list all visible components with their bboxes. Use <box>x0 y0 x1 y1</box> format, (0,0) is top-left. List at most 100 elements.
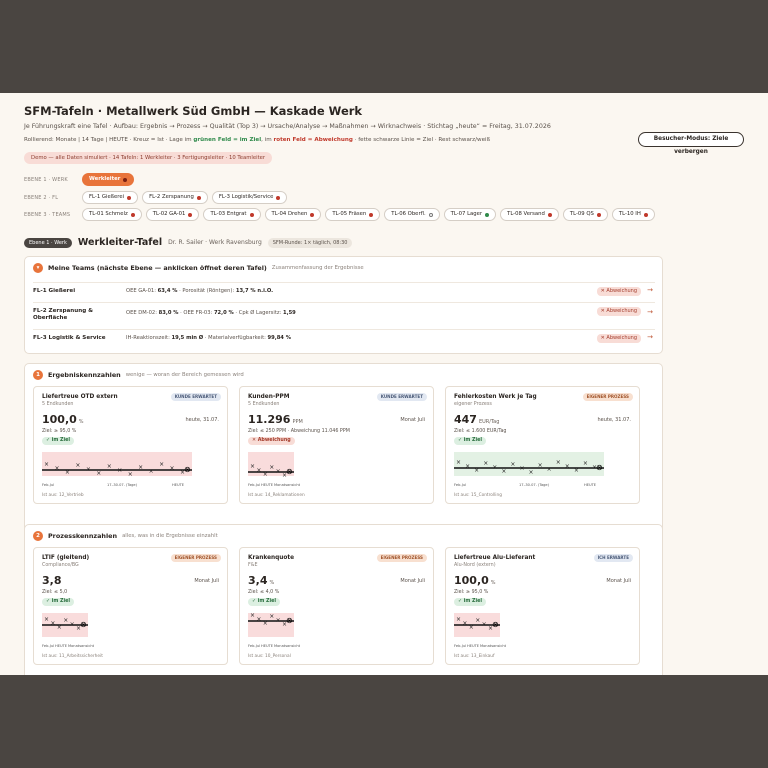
kpi-unit: % <box>269 580 275 586</box>
kpi-value: 100,0% <box>42 413 84 426</box>
ist-point-mark: × <box>483 460 488 467</box>
process-panel: 2 Prozesskennzahlen alles, was in die Er… <box>24 524 663 675</box>
info-text: IH-Reaktionszeit: <box>126 335 172 341</box>
ist-point-mark: × <box>263 471 268 478</box>
kpi-card[interactable]: Liefertreue OTD extern 5 Endkunden KUNDE E… <box>33 386 228 504</box>
axis-label: Monatsansicht <box>68 644 95 648</box>
axis-label: Feb-Jul <box>42 483 54 487</box>
axis-label: Feb-Jul <box>454 644 466 648</box>
kpi-type-badge: ICH ERWARTE <box>593 554 633 562</box>
kpi-value: 11.296 PPM <box>248 413 303 426</box>
legend-text: Rollierend: Monate | 14 Tage | HEUTE · K… <box>24 137 490 143</box>
team-row-fl1[interactable]: FL-1 Gießerei OEE GA-01: 63,4 % · Porosi… <box>33 282 655 302</box>
ist-point-mark: × <box>128 471 133 478</box>
teams-panel-header[interactable]: ▾ Meine Teams (nächste Ebene — anklicken… <box>33 263 364 273</box>
kpi-status-badge: ✓ im Ziel <box>454 598 487 606</box>
ist-point-mark: × <box>86 466 91 473</box>
ist-point-mark: × <box>519 465 524 472</box>
arrow-right-icon[interactable]: → <box>647 308 653 316</box>
kpi-card[interactable]: Krankenquote F&E EIGENER PROZESS 3,4% Monat … <box>239 547 434 665</box>
kpi-card[interactable]: Liefertreue Alu-Lieferant Alu-Nord (exter… <box>445 547 640 665</box>
board-chip[interactable]: TL-10 IH <box>611 208 655 221</box>
board-chip[interactable]: FL-2 Zerspanung <box>142 191 208 204</box>
team-row-fl2[interactable]: FL-2 Zerspanung & Oberfläche OEE DM-02: … <box>33 302 655 329</box>
chip-label: FL-1 Gießerei <box>89 194 125 200</box>
axis-label: HEUTE <box>261 483 274 487</box>
kpi-card[interactable]: LTIF (gleitend) Compliance/BG EIGENER PROZ… <box>33 547 228 665</box>
status-dot-icon <box>188 212 193 217</box>
teams-panel-desc: Zusammenfassung der Ergebnisse <box>271 265 364 271</box>
status-dot-icon <box>123 177 128 182</box>
kpi-goal: Ziel: ≥ 95,0 % <box>42 429 77 434</box>
board-chip[interactable]: TL-05 Fräsen <box>325 208 381 221</box>
board-chip[interactable]: TL-07 Lager <box>443 208 497 221</box>
board-chip[interactable]: TL-01 Schmelz <box>82 208 142 221</box>
status-dot-icon <box>310 212 315 217</box>
board-chip[interactable]: TL-03 Entgrat <box>203 208 261 221</box>
chip-label: TL-04 Drehen <box>271 211 308 217</box>
visitor-mode-button[interactable]: Besucher-Modus: Ziele verbergen <box>638 132 744 155</box>
info-value: 72,0 % <box>213 310 234 316</box>
kpi-source: Ist aus: 10_Personal <box>248 654 291 659</box>
collapse-icon[interactable]: ▾ <box>33 263 43 273</box>
kpi-subtitle: 5 Endkunden <box>248 402 280 407</box>
process-panel-header[interactable]: 2 Prozesskennzahlen alles, was in die Er… <box>33 531 218 541</box>
kpi-value-number: 11.296 <box>248 413 291 426</box>
kpi-value: 3,8 <box>42 574 64 587</box>
status-dot-icon <box>485 212 490 217</box>
axis-label: HEUTE <box>261 644 274 648</box>
kpi-type-badge: KUNDE ERWARTET <box>376 393 427 401</box>
board-chip[interactable]: TL-06 Oberfl. <box>384 208 440 221</box>
ist-point-mark: × <box>474 467 479 474</box>
legend-red: roten Feld = Abweichung <box>273 137 353 143</box>
info-text: · Porosität (Röntgen): <box>177 288 236 294</box>
kpi-value-number: 3,4 <box>248 574 268 587</box>
board-chip[interactable]: TL-02 GA-01 <box>145 208 200 221</box>
board-level-tag: Ebene 1 · Werk <box>24 237 72 248</box>
current-value-mark: ⊗ <box>286 467 293 476</box>
board-chip[interactable]: Werkleiter <box>82 173 135 186</box>
level-1-chips: Werkleiter <box>82 173 135 186</box>
ist-point-mark: × <box>256 616 261 623</box>
ist-point-mark: × <box>469 624 474 631</box>
level-label-3: EBENE 3 · TEAMS <box>24 212 71 218</box>
ist-point-mark: × <box>462 620 467 627</box>
kpi-value-number: 3,8 <box>42 574 62 587</box>
results-panel-header[interactable]: 1 Ergebniskennzahlen wenige — woran der … <box>33 370 244 380</box>
team-name: FL-1 Gießerei <box>33 288 76 294</box>
ist-point-mark: × <box>159 461 164 468</box>
status-badge: ✕ Abweichung <box>596 334 641 343</box>
team-info: OEE GA-01: 63,4 % · Porosität (Röntgen):… <box>126 288 273 294</box>
level-3-chips: TL-01 Schmelz TL-02 GA-01 TL-03 Entgrat TL-… <box>82 208 655 221</box>
legend-green: grünen Feld = im Ziel <box>193 137 262 143</box>
chip-label: TL-07 Lager <box>450 211 483 217</box>
kpi-unit: EUR/Tag <box>478 419 500 425</box>
board-chip[interactable]: FL-1 Gießerei <box>82 191 139 204</box>
kpi-title: Liefertreue OTD extern <box>42 394 118 400</box>
kpi-unit: % <box>78 419 84 425</box>
kpi-card[interactable]: Kunden-PPM 5 Endkunden KUNDE ERWARTET 11.29… <box>239 386 434 504</box>
ist-point-mark: × <box>149 468 154 475</box>
kpi-trend-chart: ××××××××××××××××⊗Feb-Jul 17–30.07. (Tage)… <box>454 452 604 487</box>
kpi-status-badge: ✓ im Ziel <box>42 437 75 445</box>
status-dot-icon <box>249 212 254 217</box>
board-chip[interactable]: TL-08 Versand <box>500 208 559 221</box>
team-row-fl3[interactable]: FL-3 Logistik & Service IH-Reaktionszeit… <box>33 329 655 349</box>
kpi-card[interactable]: Fehlerkosten Werk je Tag eigener Prozess E… <box>445 386 640 504</box>
ist-point-mark: × <box>54 465 59 472</box>
kpi-status-badge: ✓ im Ziel <box>248 598 281 606</box>
kpi-title: Fehlerkosten Werk je Tag <box>454 394 537 400</box>
board-chip[interactable]: FL-3 Logistik/Service <box>211 191 288 204</box>
ist-point-mark: × <box>269 464 274 471</box>
board-chip[interactable]: TL-04 Drehen <box>264 208 322 221</box>
arrow-right-icon[interactable]: → <box>647 333 653 341</box>
info-value: 63,4 % <box>157 288 178 294</box>
board-chip[interactable]: TL-09 QS <box>562 208 608 221</box>
section-number: 1 <box>33 370 43 380</box>
kpi-title: Krankenquote <box>248 555 295 561</box>
arrow-right-icon[interactable]: → <box>647 286 653 294</box>
chip-label: FL-2 Zerspanung <box>149 194 194 200</box>
axis-label: Feb-Jul <box>42 644 54 648</box>
kpi-source: Ist aus: 15_Controlling <box>454 493 502 498</box>
ist-point-mark: × <box>63 617 68 624</box>
